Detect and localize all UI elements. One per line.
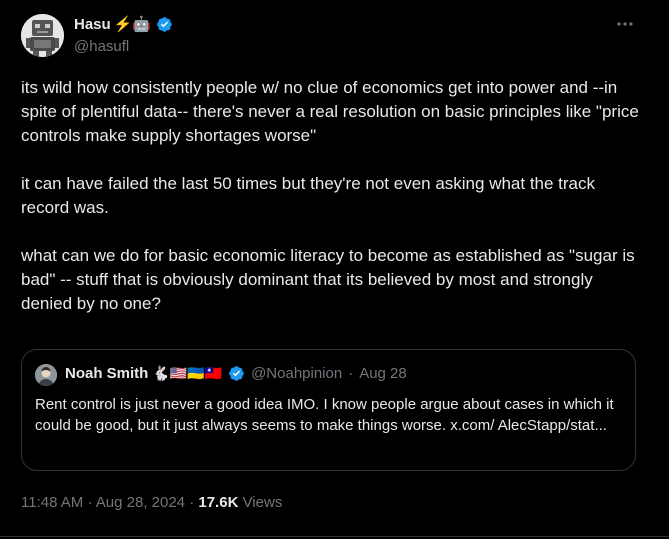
- quote-author-avatar[interactable]: [35, 364, 57, 386]
- quote-date[interactable]: Aug 28: [359, 365, 407, 382]
- more-options-button[interactable]: [615, 14, 635, 34]
- quote-author-name[interactable]: Noah Smith: [65, 365, 148, 382]
- robot-avatar-icon: [21, 14, 64, 57]
- quote-author-handle[interactable]: @Noahpinion: [251, 365, 342, 382]
- tweet-date[interactable]: Aug 28, 2024: [96, 494, 185, 511]
- views-count: 17.6K: [198, 494, 239, 511]
- tweet: Hasu ⚡🤖 @hasufl its wild how consistentl…: [0, 0, 669, 539]
- divider: [0, 536, 669, 537]
- views-label: Views: [242, 494, 283, 511]
- verified-badge-icon: [229, 366, 244, 381]
- quote-text: Rent control is just never a good idea I…: [35, 396, 614, 434]
- verified-badge-icon: [157, 17, 172, 32]
- tweet-time[interactable]: 11:48 AM: [21, 494, 83, 511]
- author-avatar[interactable]: [21, 14, 64, 57]
- more-horizontal-icon: [617, 22, 633, 26]
- meta-separator: ·: [87, 494, 93, 511]
- meta-separator: ·: [189, 494, 195, 511]
- quote-header: Noah Smith 🐇🇺🇸🇺🇦🇹🇼 @Noahpinion · Aug 28: [65, 365, 407, 382]
- author-emoji: ⚡🤖: [113, 16, 152, 33]
- quoted-tweet[interactable]: Noah Smith 🐇🇺🇸🇺🇦🇹🇼 @Noahpinion · Aug 28 …: [21, 349, 636, 471]
- quote-author-emoji: 🐇🇺🇸🇺🇦🇹🇼: [152, 365, 223, 381]
- author-handle[interactable]: @hasufl: [74, 38, 129, 55]
- person-avatar-icon: [35, 364, 57, 386]
- author-name-row[interactable]: Hasu ⚡🤖: [74, 16, 173, 33]
- tweet-meta: 11:48 AM · Aug 28, 2024 · 17.6K Views: [21, 494, 282, 511]
- author-display-name[interactable]: Hasu: [74, 16, 111, 33]
- quote-separator: ·: [348, 365, 354, 382]
- tweet-text: its wild how consistently people w/ no c…: [21, 78, 639, 313]
